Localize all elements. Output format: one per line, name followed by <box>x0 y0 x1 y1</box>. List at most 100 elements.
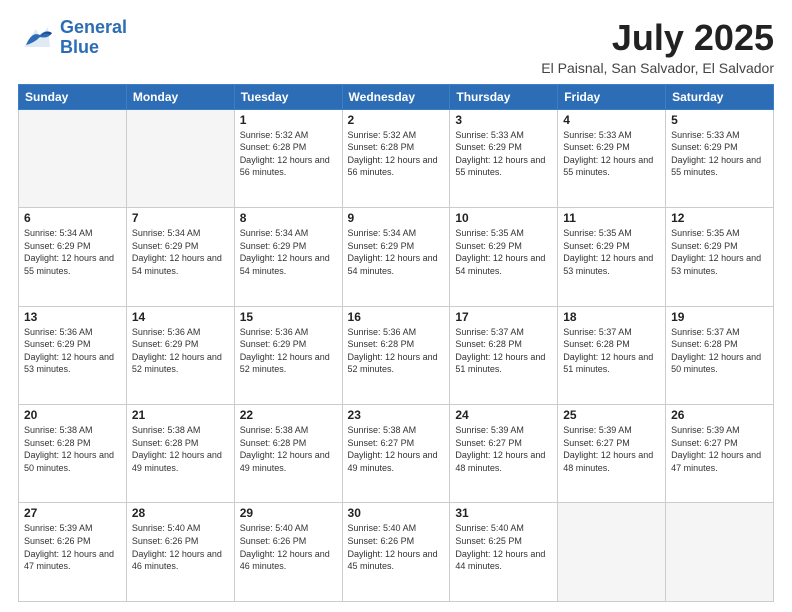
day-number: 9 <box>348 211 445 225</box>
month-title: July 2025 <box>541 18 774 58</box>
day-info: Sunrise: 5:37 AM Sunset: 6:28 PM Dayligh… <box>455 326 552 376</box>
day-number: 30 <box>348 506 445 520</box>
weekday-wednesday: Wednesday <box>342 84 450 109</box>
day-cell: 25 Sunrise: 5:39 AM Sunset: 6:27 PM Dayli… <box>558 405 666 503</box>
day-number: 7 <box>132 211 229 225</box>
day-cell: 31 Sunrise: 5:40 AM Sunset: 6:25 PM Dayli… <box>450 503 558 602</box>
day-info: Sunrise: 5:32 AM Sunset: 6:28 PM Dayligh… <box>240 129 337 179</box>
day-cell: 18 Sunrise: 5:37 AM Sunset: 6:28 PM Dayli… <box>558 306 666 404</box>
day-number: 14 <box>132 310 229 324</box>
day-cell: 27Sunrise: 5:39 AM Sunset: 6:26 PM Dayli… <box>19 503 127 602</box>
day-number: 2 <box>348 113 445 127</box>
day-cell: 11Sunrise: 5:35 AM Sunset: 6:29 PM Dayli… <box>558 208 666 306</box>
day-cell: 19Sunrise: 5:37 AM Sunset: 6:28 PM Dayli… <box>666 306 774 404</box>
day-cell: 16 Sunrise: 5:36 AM Sunset: 6:28 PM Dayli… <box>342 306 450 404</box>
week-row-3: 13 Sunrise: 5:36 AM Sunset: 6:29 PM Dayli… <box>19 306 774 404</box>
day-cell: 24 Sunrise: 5:39 AM Sunset: 6:27 PM Dayli… <box>450 405 558 503</box>
day-info: Sunrise: 5:36 AM Sunset: 6:28 PM Dayligh… <box>348 326 445 376</box>
day-info: Sunrise: 5:33 AM Sunset: 6:29 PM Dayligh… <box>455 129 552 179</box>
day-number: 12 <box>671 211 768 225</box>
day-cell: 20Sunrise: 5:38 AM Sunset: 6:28 PM Dayli… <box>19 405 127 503</box>
day-cell: 28 Sunrise: 5:40 AM Sunset: 6:26 PM Dayli… <box>126 503 234 602</box>
day-info: Sunrise: 5:39 AM Sunset: 6:26 PM Dayligh… <box>24 522 121 572</box>
day-number: 28 <box>132 506 229 520</box>
day-number: 5 <box>671 113 768 127</box>
week-row-2: 6Sunrise: 5:34 AM Sunset: 6:29 PM Daylig… <box>19 208 774 306</box>
day-info: Sunrise: 5:34 AM Sunset: 6:29 PM Dayligh… <box>240 227 337 277</box>
logo: General Blue <box>18 18 127 58</box>
day-number: 25 <box>563 408 660 422</box>
day-info: Sunrise: 5:39 AM Sunset: 6:27 PM Dayligh… <box>455 424 552 474</box>
day-number: 22 <box>240 408 337 422</box>
day-cell: 26Sunrise: 5:39 AM Sunset: 6:27 PM Dayli… <box>666 405 774 503</box>
day-cell: 9 Sunrise: 5:34 AM Sunset: 6:29 PM Daylig… <box>342 208 450 306</box>
day-info: Sunrise: 5:32 AM Sunset: 6:28 PM Dayligh… <box>348 129 445 179</box>
day-number: 29 <box>240 506 337 520</box>
day-number: 4 <box>563 113 660 127</box>
day-info: Sunrise: 5:34 AM Sunset: 6:29 PM Dayligh… <box>348 227 445 277</box>
day-number: 17 <box>455 310 552 324</box>
day-info: Sunrise: 5:35 AM Sunset: 6:29 PM Dayligh… <box>671 227 768 277</box>
day-cell: 30 Sunrise: 5:40 AM Sunset: 6:26 PM Dayli… <box>342 503 450 602</box>
week-row-4: 20 Sunrise: 5:38 AM Sunset: 6:28 PM Dayli… <box>19 405 774 503</box>
weekday-header-row: SundayMondayTuesdayWednesdayThursdayFrid… <box>19 84 774 109</box>
day-cell: 21Sunrise: 5:38 AM Sunset: 6:28 PM Dayli… <box>126 405 234 503</box>
header: General Blue July 2025 El Paisnal, San S… <box>18 18 774 76</box>
day-number: 16 <box>348 310 445 324</box>
day-info: Sunrise: 5:34 AM Sunset: 6:29 PM Dayligh… <box>24 227 121 277</box>
day-number: 11 <box>563 211 660 225</box>
day-info: Sunrise: 5:33 AM Sunset: 6:29 PM Dayligh… <box>563 129 660 179</box>
day-cell: 10 Sunrise: 5:35 AM Sunset: 6:29 PM Dayli… <box>450 208 558 306</box>
day-info: Sunrise: 5:40 AM Sunset: 6:25 PM Dayligh… <box>455 522 552 572</box>
day-number: 23 <box>348 408 445 422</box>
day-info: Sunrise: 5:35 AM Sunset: 6:29 PM Dayligh… <box>455 227 552 277</box>
day-info: Sunrise: 5:37 AM Sunset: 6:28 PM Dayligh… <box>671 326 768 376</box>
day-info: Sunrise: 5:38 AM Sunset: 6:28 PM Dayligh… <box>132 424 229 474</box>
logo-line1: General <box>60 18 127 38</box>
day-cell <box>558 503 666 602</box>
day-cell: 3 Sunrise: 5:33 AM Sunset: 6:29 PM Daylig… <box>450 109 558 207</box>
day-info: Sunrise: 5:37 AM Sunset: 6:28 PM Dayligh… <box>563 326 660 376</box>
day-number: 31 <box>455 506 552 520</box>
day-cell <box>19 109 127 207</box>
day-cell: 7Sunrise: 5:34 AM Sunset: 6:29 PM Daylig… <box>126 208 234 306</box>
day-number: 15 <box>240 310 337 324</box>
day-info: Sunrise: 5:40 AM Sunset: 6:26 PM Dayligh… <box>240 522 337 572</box>
calendar-table: SundayMondayTuesdayWednesdayThursdayFrid… <box>18 84 774 602</box>
day-cell: 5 Sunrise: 5:33 AM Sunset: 6:29 PM Daylig… <box>666 109 774 207</box>
weekday-thursday: Thursday <box>450 84 558 109</box>
day-info: Sunrise: 5:33 AM Sunset: 6:29 PM Dayligh… <box>671 129 768 179</box>
day-number: 1 <box>240 113 337 127</box>
day-info: Sunrise: 5:39 AM Sunset: 6:27 PM Dayligh… <box>563 424 660 474</box>
day-number: 10 <box>455 211 552 225</box>
day-number: 24 <box>455 408 552 422</box>
day-number: 3 <box>455 113 552 127</box>
day-info: Sunrise: 5:36 AM Sunset: 6:29 PM Dayligh… <box>24 326 121 376</box>
day-info: Sunrise: 5:40 AM Sunset: 6:26 PM Dayligh… <box>348 522 445 572</box>
weekday-sunday: Sunday <box>19 84 127 109</box>
day-cell: 23 Sunrise: 5:38 AM Sunset: 6:27 PM Dayli… <box>342 405 450 503</box>
day-cell: 2 Sunrise: 5:32 AM Sunset: 6:28 PM Daylig… <box>342 109 450 207</box>
day-info: Sunrise: 5:38 AM Sunset: 6:27 PM Dayligh… <box>348 424 445 474</box>
day-cell: 15Sunrise: 5:36 AM Sunset: 6:29 PM Dayli… <box>234 306 342 404</box>
logo-line2: Blue <box>60 38 99 58</box>
week-row-1: 1 Sunrise: 5:32 AM Sunset: 6:28 PM Daylig… <box>19 109 774 207</box>
day-cell: 29 Sunrise: 5:40 AM Sunset: 6:26 PM Dayli… <box>234 503 342 602</box>
day-info: Sunrise: 5:40 AM Sunset: 6:26 PM Dayligh… <box>132 522 229 572</box>
day-info: Sunrise: 5:36 AM Sunset: 6:29 PM Dayligh… <box>132 326 229 376</box>
weekday-friday: Friday <box>558 84 666 109</box>
day-cell: 12 Sunrise: 5:35 AM Sunset: 6:29 PM Dayli… <box>666 208 774 306</box>
location: El Paisnal, San Salvador, El Salvador <box>541 60 774 76</box>
day-info: Sunrise: 5:39 AM Sunset: 6:27 PM Dayligh… <box>671 424 768 474</box>
day-cell: 1 Sunrise: 5:32 AM Sunset: 6:28 PM Daylig… <box>234 109 342 207</box>
day-cell: 13 Sunrise: 5:36 AM Sunset: 6:29 PM Dayli… <box>19 306 127 404</box>
day-cell: 4 Sunrise: 5:33 AM Sunset: 6:29 PM Daylig… <box>558 109 666 207</box>
weekday-tuesday: Tuesday <box>234 84 342 109</box>
day-number: 8 <box>240 211 337 225</box>
week-row-5: 27Sunrise: 5:39 AM Sunset: 6:26 PM Dayli… <box>19 503 774 602</box>
day-number: 13 <box>24 310 121 324</box>
logo-text-block: General Blue <box>60 18 127 58</box>
day-number: 18 <box>563 310 660 324</box>
weekday-monday: Monday <box>126 84 234 109</box>
day-number: 20 <box>24 408 121 422</box>
